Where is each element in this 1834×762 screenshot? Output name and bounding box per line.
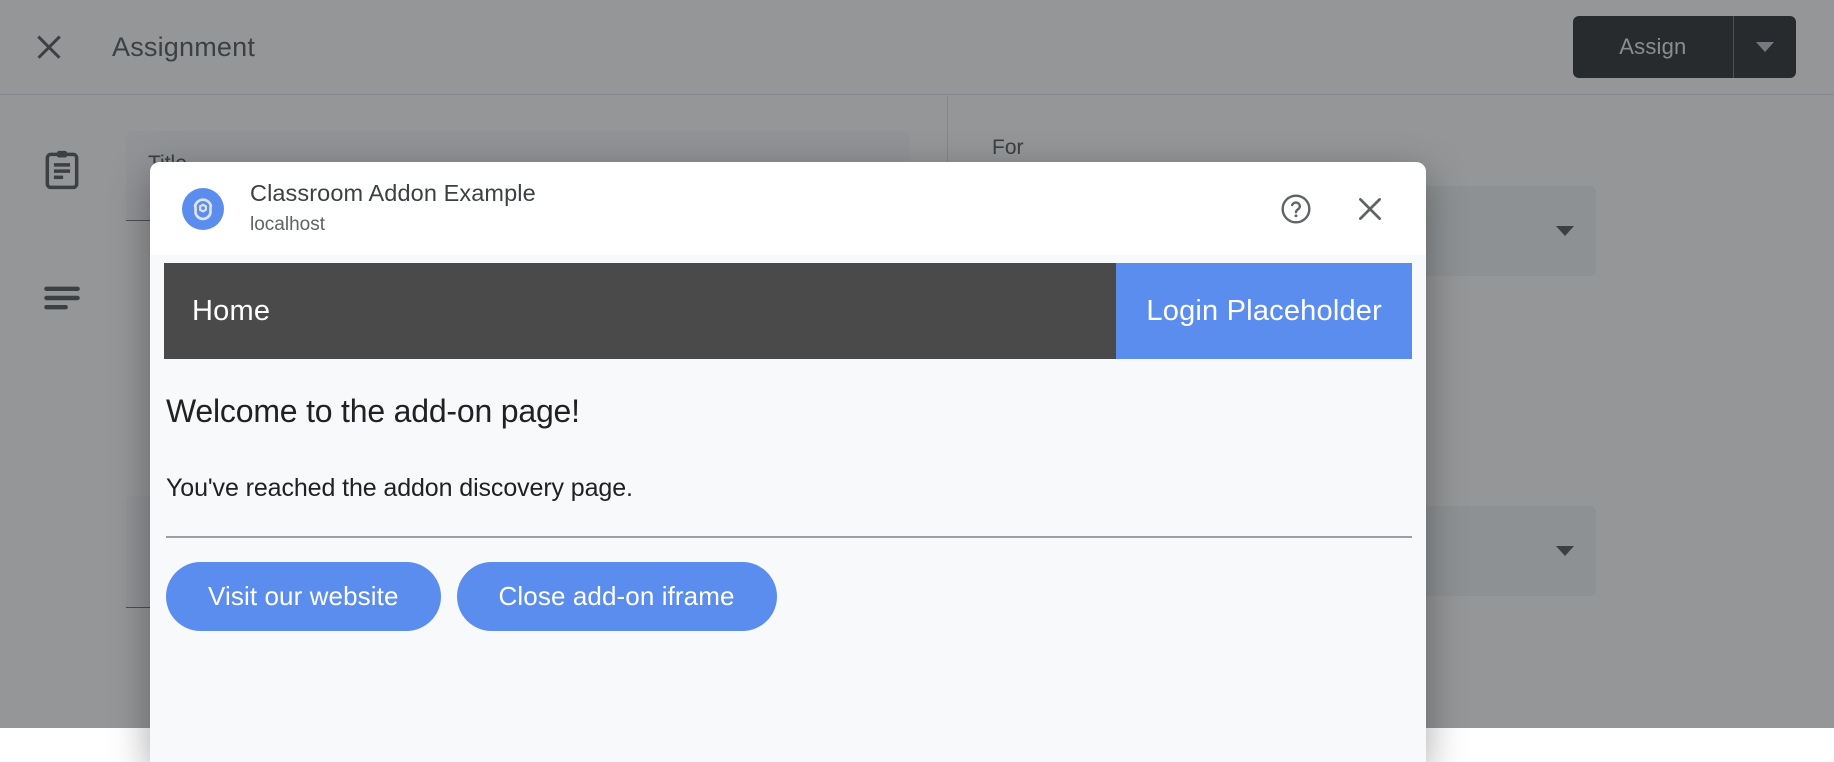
discovery-paragraph: You've reached the addon discovery page. [166,474,1412,503]
addon-dialog: Classroom Addon Example localhost Home [150,162,1426,762]
content-divider [166,536,1412,538]
dialog-origin: localhost [250,212,536,238]
help-circle-icon[interactable] [1276,189,1316,229]
close-addon-iframe-button[interactable]: Close add-on iframe [457,562,777,631]
addon-iframe: Home Login Placeholder Welcome to the ad… [150,255,1426,762]
addon-navbar: Home Login Placeholder [164,263,1412,359]
close-icon[interactable] [1350,189,1390,229]
nav-item-login-placeholder[interactable]: Login Placeholder [1116,263,1412,359]
addon-glyph-icon [189,195,217,223]
visit-website-button[interactable]: Visit our website [166,562,441,631]
addon-content: Welcome to the add-on page! You've reach… [150,359,1426,631]
welcome-heading: Welcome to the add-on page! [166,393,1412,430]
dialog-title: Classroom Addon Example [250,179,536,208]
dialog-header: Classroom Addon Example localhost [150,162,1426,255]
nav-item-home[interactable]: Home [164,263,1116,359]
addon-button-row: Visit our website Close add-on iframe [166,562,1412,631]
classroom-addon-icon [182,188,224,230]
